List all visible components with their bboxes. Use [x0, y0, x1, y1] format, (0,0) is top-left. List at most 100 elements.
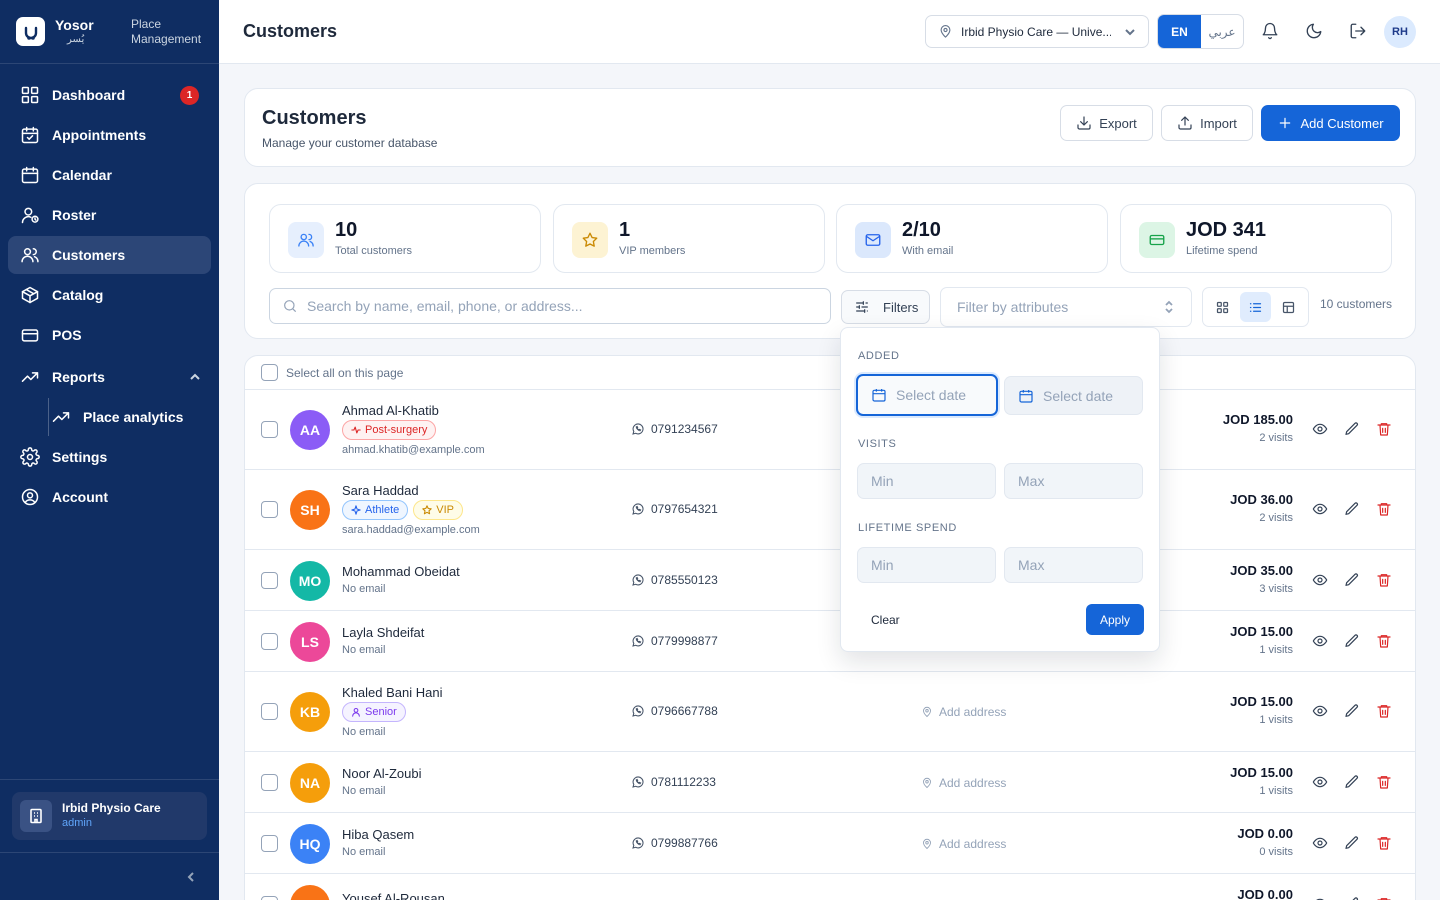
sidebar-item-account[interactable]: Account — [8, 478, 211, 516]
added-to-date[interactable]: Select date — [1004, 376, 1143, 415]
customer-phone[interactable]: 0797654321 — [631, 502, 718, 516]
delete-button[interactable] — [1376, 572, 1394, 590]
delete-button[interactable] — [1376, 421, 1394, 439]
customer-name[interactable]: Layla Shdeifat — [342, 625, 424, 640]
customer-name[interactable]: Sara Haddad — [342, 483, 419, 498]
customer-name[interactable]: Noor Al-Zoubi — [342, 766, 421, 781]
edit-button[interactable] — [1344, 633, 1362, 651]
customer-row[interactable]: NA Noor Al-Zoubi No email 0781112233 Add add… — [245, 752, 1415, 813]
user-avatar[interactable]: RH — [1384, 16, 1416, 48]
customer-row[interactable]: AA Ahmad Al-Khatib Post-surgery ahmad.khati… — [245, 390, 1415, 470]
add-customer-button[interactable]: Add Customer — [1261, 105, 1400, 141]
spend-max-input[interactable]: Max — [1004, 547, 1143, 583]
lang-en-button[interactable]: EN — [1158, 15, 1201, 48]
search-input[interactable] — [307, 298, 807, 314]
sidebar-item-catalog[interactable]: Catalog — [8, 276, 211, 314]
view-button[interactable] — [1312, 421, 1330, 439]
customer-row[interactable]: LS Layla Shdeifat No email 0779998877 JOD 15… — [245, 611, 1415, 672]
customer-phone[interactable]: 0796667788 — [631, 704, 718, 718]
customer-phone[interactable]: 0779998877 — [631, 634, 718, 648]
visits-max-input[interactable]: Max — [1004, 463, 1143, 499]
customer-phone[interactable]: 0799887766 — [631, 836, 718, 850]
view-button[interactable] — [1312, 633, 1330, 651]
attribute-filter-select[interactable]: Filter by attributes — [940, 287, 1192, 327]
customer-name[interactable]: Hiba Qasem — [342, 827, 414, 842]
view-button[interactable] — [1312, 703, 1330, 721]
edit-button[interactable] — [1344, 774, 1362, 792]
edit-button[interactable] — [1344, 501, 1362, 519]
bell-icon[interactable] — [1261, 22, 1279, 40]
delete-button[interactable] — [1376, 501, 1394, 519]
place-switcher[interactable]: Irbid Physio Care admin — [12, 792, 207, 840]
moon-icon[interactable] — [1305, 22, 1323, 40]
sidebar-item-pos[interactable]: POS — [8, 316, 211, 354]
row-checkbox[interactable] — [261, 571, 278, 589]
delete-button[interactable] — [1376, 896, 1394, 900]
add-address-link[interactable]: Add address — [921, 776, 1006, 790]
view-button[interactable] — [1312, 501, 1330, 519]
export-button[interactable]: Export — [1060, 105, 1153, 141]
customer-name[interactable]: Khaled Bani Hani — [342, 685, 442, 700]
customer-name[interactable]: Ahmad Al-Khatib — [342, 403, 439, 418]
customer-count: 10 customers — [1320, 297, 1393, 311]
edit-button[interactable] — [1344, 703, 1362, 721]
sidebar-item-place-analytics[interactable]: Place analytics — [48, 398, 211, 436]
row-checkbox[interactable] — [261, 895, 278, 900]
edit-button[interactable] — [1344, 835, 1362, 853]
added-from-date[interactable]: Select date — [856, 374, 998, 416]
row-checkbox[interactable] — [261, 421, 278, 438]
visits-min-input[interactable]: Min — [857, 463, 996, 499]
apply-filters-button[interactable]: Apply — [1086, 604, 1144, 635]
edit-button[interactable] — [1344, 421, 1362, 439]
edit-button[interactable] — [1344, 896, 1362, 900]
delete-button[interactable] — [1376, 774, 1394, 792]
view-button[interactable] — [1312, 774, 1330, 792]
add-address-link[interactable]: Add address — [921, 837, 1006, 851]
list-icon — [1249, 302, 1262, 312]
customer-name[interactable]: Mohammad Obeidat — [342, 564, 460, 579]
select-all-checkbox[interactable] — [261, 364, 278, 381]
edit-button[interactable] — [1344, 572, 1362, 590]
add-address-link[interactable]: Add address — [921, 705, 1006, 719]
collapse-sidebar-button[interactable] — [0, 852, 219, 900]
list-view-button[interactable] — [1240, 292, 1271, 322]
customer-row[interactable]: KB Khaled Bani Hani Senior No email 07966677… — [245, 672, 1415, 752]
filters-button[interactable]: Filters — [841, 290, 930, 324]
row-checkbox[interactable] — [261, 501, 278, 518]
sidebar-item-appointments[interactable]: Appointments — [8, 116, 211, 154]
customer-name[interactable]: Yousef Al-Rousan — [342, 891, 445, 900]
location-select[interactable]: Irbid Physio Care — Unive... — [925, 15, 1149, 48]
view-button[interactable] — [1312, 835, 1330, 853]
import-button[interactable]: Import — [1161, 105, 1253, 141]
add-customer-label: Add Customer — [1300, 115, 1384, 131]
sidebar-item-dashboard[interactable]: Dashboard 1 — [8, 76, 211, 114]
customer-phone[interactable]: 0785550123 — [631, 573, 718, 587]
lang-ar-button[interactable]: عربي — [1201, 15, 1243, 48]
grid-view-button[interactable] — [1207, 292, 1238, 322]
row-checkbox[interactable] — [261, 703, 278, 720]
logout-icon[interactable] — [1349, 22, 1367, 40]
customer-row[interactable]: HQ Hiba Qasem No email 0799887766 Add addres… — [245, 813, 1415, 874]
spend-min-input[interactable]: Min — [857, 547, 996, 583]
row-checkbox[interactable] — [261, 834, 278, 852]
delete-button[interactable] — [1376, 835, 1394, 853]
customer-row[interactable]: SH Sara Haddad Athlete VIP sara.haddad@examp… — [245, 470, 1415, 550]
sidebar-item-settings[interactable]: Settings — [8, 438, 211, 476]
row-checkbox[interactable] — [261, 773, 278, 791]
yosor-logo-icon[interactable] — [16, 17, 45, 46]
delete-button[interactable] — [1376, 633, 1394, 651]
table-view-button[interactable] — [1273, 292, 1304, 322]
view-button[interactable] — [1312, 572, 1330, 590]
customer-row[interactable]: MO Mohammad Obeidat No email 0785550123 JOD … — [245, 550, 1415, 611]
sidebar-item-customers[interactable]: Customers — [8, 236, 211, 274]
customer-phone[interactable]: 0781112233 — [631, 775, 716, 789]
sidebar-item-calendar[interactable]: Calendar — [8, 156, 211, 194]
clear-filters-button[interactable]: Clear — [871, 613, 900, 627]
view-button[interactable] — [1312, 896, 1330, 900]
sidebar-item-roster[interactable]: Roster — [8, 196, 211, 234]
row-checkbox[interactable] — [261, 632, 278, 650]
customer-row[interactable]: YA Yousef Al-Rousan JOD 0.00 — [245, 874, 1415, 900]
sidebar-item-reports[interactable]: Reports — [8, 358, 211, 396]
customer-phone[interactable]: 0791234567 — [631, 422, 718, 436]
delete-button[interactable] — [1376, 703, 1394, 721]
